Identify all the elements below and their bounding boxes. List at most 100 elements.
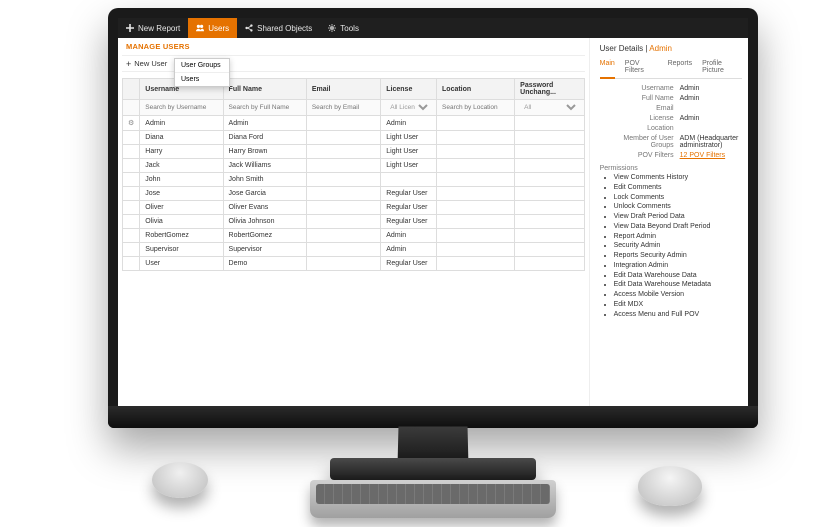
table-row[interactable]: SupervisorSupervisorAdmin xyxy=(123,243,585,257)
table-row[interactable]: DianaDiana FordLight User xyxy=(123,131,585,145)
row-gear-icon xyxy=(123,187,140,201)
cell-location xyxy=(437,215,515,229)
search-username[interactable] xyxy=(145,104,217,111)
cell-full_name: Admin xyxy=(223,116,306,131)
row-gear-icon xyxy=(123,173,140,187)
cell-email xyxy=(306,131,380,145)
table-search-row: All Licenses All xyxy=(123,100,585,116)
table-row[interactable]: ⚙AdminAdminAdmin xyxy=(123,116,585,131)
permission-item: Lock Comments xyxy=(614,194,742,203)
cell-password xyxy=(515,131,584,145)
row-gear-icon xyxy=(123,215,140,229)
nav-users[interactable]: Users xyxy=(188,18,237,38)
permissions-list: View Comments HistoryEdit CommentsLock C… xyxy=(600,174,742,319)
tab-main[interactable]: Main xyxy=(600,57,615,79)
nav-new-report-label: New Report xyxy=(138,24,180,33)
cell-email xyxy=(306,257,380,271)
cell-username: Diana xyxy=(140,131,223,145)
dropdown-user-groups[interactable]: User Groups xyxy=(175,59,229,73)
cell-email xyxy=(306,229,380,243)
cell-full_name: Harry Brown xyxy=(223,145,306,159)
row-gear-icon xyxy=(123,131,140,145)
monitor-stand-base xyxy=(330,458,536,480)
row-gear-icon xyxy=(123,243,140,257)
table-row[interactable]: UserDemoRegular User xyxy=(123,257,585,271)
search-full-name[interactable] xyxy=(229,104,301,111)
cell-email xyxy=(306,243,380,257)
kv-location-label: Location xyxy=(600,125,680,132)
nav-shared-objects[interactable]: Shared Objects xyxy=(237,18,320,38)
tab-profile-picture[interactable]: Profile Picture xyxy=(702,57,742,78)
search-email[interactable] xyxy=(312,104,375,111)
cell-license: Light User xyxy=(381,159,437,173)
dropdown-users[interactable]: Users xyxy=(175,73,229,86)
cell-password xyxy=(515,215,584,229)
cell-full_name: Diana Ford xyxy=(223,131,306,145)
permission-item: Edit Data Warehouse Metadata xyxy=(614,281,742,290)
search-location[interactable] xyxy=(442,104,509,111)
cell-full_name: Oliver Evans xyxy=(223,201,306,215)
nav-new-report[interactable]: New Report xyxy=(118,18,188,38)
details-title-user: Admin xyxy=(649,44,672,53)
search-password[interactable]: All xyxy=(520,103,578,112)
permission-item: Access Mobile Version xyxy=(614,291,742,300)
cell-location xyxy=(437,131,515,145)
cell-license: Admin xyxy=(381,229,437,243)
plus-icon xyxy=(126,24,134,32)
col-license[interactable]: License xyxy=(381,79,437,100)
cell-email xyxy=(306,116,380,131)
search-license[interactable]: All Licenses xyxy=(386,103,431,112)
cell-location xyxy=(437,116,515,131)
cell-username: Harry xyxy=(140,145,223,159)
nav-users-label: Users xyxy=(208,24,229,33)
table-row[interactable]: JoseJose GarciaRegular User xyxy=(123,187,585,201)
col-password[interactable]: Password Unchang... xyxy=(515,79,584,100)
cell-location xyxy=(437,173,515,187)
nav-tools[interactable]: Tools xyxy=(320,18,367,38)
cell-password xyxy=(515,145,584,159)
details-title-prefix: User Details xyxy=(600,44,644,53)
cell-email xyxy=(306,159,380,173)
col-location[interactable]: Location xyxy=(437,79,515,100)
cell-location xyxy=(437,229,515,243)
cell-license: Regular User xyxy=(381,201,437,215)
permission-item: Reports Security Admin xyxy=(614,252,742,261)
col-full-name[interactable]: Full Name xyxy=(223,79,306,100)
cell-username: Supervisor xyxy=(140,243,223,257)
users-icon xyxy=(196,24,204,32)
table-row[interactable]: JohnJohn Smith xyxy=(123,173,585,187)
cell-username: Oliver xyxy=(140,201,223,215)
mouse xyxy=(638,466,702,506)
kv-fullname-label: Full Name xyxy=(600,95,680,102)
kv-email-value xyxy=(680,105,742,112)
cell-email xyxy=(306,215,380,229)
kv-member-value: ADM (Headquarter administrator) xyxy=(680,135,742,149)
row-gear-icon xyxy=(123,145,140,159)
pov-filters-link[interactable]: 12 POV Filters xyxy=(680,152,726,159)
table-row[interactable]: OliverOliver Evans Regular User xyxy=(123,201,585,215)
permission-item: View Data Beyond Draft Period xyxy=(614,223,742,232)
cell-location xyxy=(437,187,515,201)
row-gear-icon xyxy=(123,201,140,215)
cell-username: User xyxy=(140,257,223,271)
nav-shared-objects-label: Shared Objects xyxy=(257,24,312,33)
cell-full_name: Jack Williams xyxy=(223,159,306,173)
row-gear-icon xyxy=(123,159,140,173)
subbar: MANAGE USERS User Groups Users xyxy=(122,38,585,56)
cell-location xyxy=(437,159,515,173)
cell-password xyxy=(515,229,584,243)
tab-reports[interactable]: Reports xyxy=(668,57,693,78)
cell-username: Olivia xyxy=(140,215,223,229)
kv-location-value xyxy=(680,125,742,132)
table-row[interactable]: OliviaOlivia JohnsonRegular User xyxy=(123,215,585,229)
keyboard xyxy=(310,480,556,518)
cell-password xyxy=(515,173,584,187)
tab-pov-filters[interactable]: POV Filters xyxy=(625,57,658,78)
cell-username: John xyxy=(140,173,223,187)
table-row[interactable]: RobertGomezRobertGomezAdmin xyxy=(123,229,585,243)
col-email[interactable]: Email xyxy=(306,79,380,100)
row-gear-icon[interactable]: ⚙ xyxy=(123,116,140,131)
table-row[interactable]: JackJack WilliamsLight User xyxy=(123,159,585,173)
table-row[interactable]: HarryHarry BrownLight User xyxy=(123,145,585,159)
cell-full_name: Olivia Johnson xyxy=(223,215,306,229)
